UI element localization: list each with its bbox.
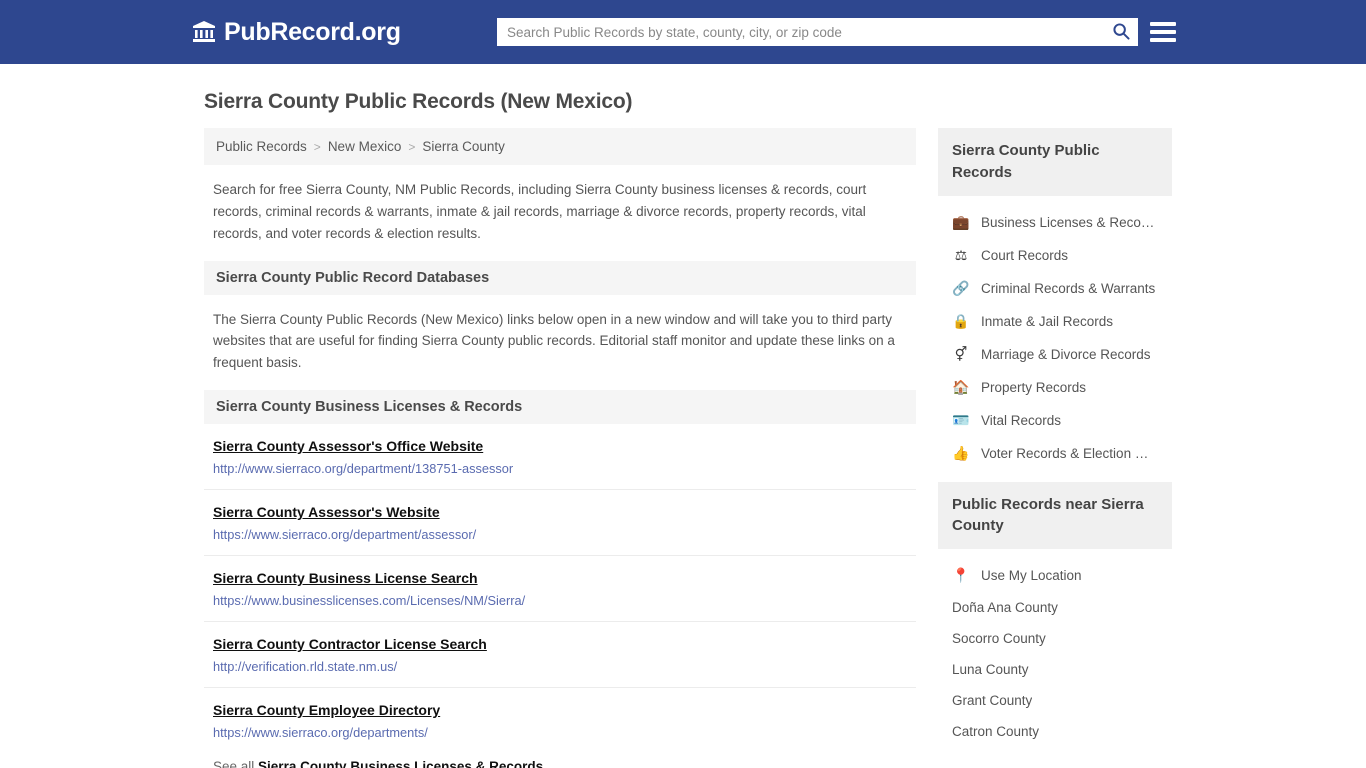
record-link-url[interactable]: http://www.sierraco.org/department/13875… bbox=[213, 461, 907, 476]
sidebar-item-label: Vital Records bbox=[981, 412, 1062, 428]
breadcrumb-separator: > bbox=[408, 139, 416, 154]
page-body: Sierra County Public Records (New Mexico… bbox=[0, 64, 1366, 768]
sidebar-item-label: Socorro County bbox=[952, 631, 1046, 646]
bank-columns-icon bbox=[192, 20, 216, 44]
business-links-list: Sierra County Assessor's Office Website … bbox=[204, 424, 916, 753]
see-all-prefix: See all bbox=[213, 759, 255, 768]
page-title: Sierra County Public Records (New Mexico… bbox=[204, 90, 633, 113]
breadcrumb-item-new-mexico[interactable]: New Mexico bbox=[328, 139, 402, 154]
venus-mars-icon: ⚥ bbox=[954, 345, 968, 362]
sidebar-item-business-licenses[interactable]: 💼 Business Licenses & Records bbox=[938, 206, 1172, 239]
section-heading-databases: Sierra County Public Record Databases bbox=[204, 260, 916, 295]
sidebar-item-property-records[interactable]: 🏠 Property Records bbox=[938, 371, 1172, 404]
record-link-url[interactable]: https://www.businesslicenses.com/License… bbox=[213, 593, 907, 608]
see-all-link[interactable]: Sierra County Business Licenses & Record… bbox=[258, 759, 543, 768]
sidebar-item-court-records[interactable]: ⚖ Court Records bbox=[938, 239, 1172, 272]
lock-icon: 🔒 bbox=[952, 312, 970, 329]
sidebar-item-inmate-jail-records[interactable]: 🔒 Inmate & Jail Records bbox=[938, 305, 1172, 338]
list-item: Sierra County Contractor License Search … bbox=[204, 622, 916, 689]
site-header: PubRecord.org bbox=[0, 0, 1366, 64]
breadcrumb-item-public-records[interactable]: Public Records bbox=[216, 139, 307, 154]
thumbs-up-icon: 👍 bbox=[952, 444, 970, 461]
search-icon bbox=[1112, 22, 1130, 43]
search-submit-button[interactable] bbox=[1104, 18, 1138, 46]
search-bar[interactable] bbox=[497, 18, 1138, 46]
sidebar-item-voter-records[interactable]: 👍 Voter Records & Election R… bbox=[938, 437, 1172, 470]
sidebar: Sierra County Public Records 💼 Business … bbox=[938, 128, 1172, 759]
sidebar-item-use-my-location[interactable]: 📍 Use My Location bbox=[938, 559, 1172, 592]
see-all-row: See all Sierra County Business Licenses … bbox=[204, 753, 916, 768]
record-link-title[interactable]: Sierra County Employee Directory bbox=[213, 702, 440, 718]
sidebar-heading-records: Sierra County Public Records bbox=[938, 128, 1172, 196]
sidebar-item-dona-ana-county[interactable]: Doña Ana County bbox=[938, 592, 1172, 623]
databases-paragraph: The Sierra County Public Records (New Me… bbox=[213, 311, 895, 371]
sidebar-item-socorro-county[interactable]: Socorro County bbox=[938, 623, 1172, 654]
sidebar-item-label: Inmate & Jail Records bbox=[981, 313, 1114, 329]
sidebar-item-label: Doña Ana County bbox=[952, 600, 1058, 615]
sidebar-item-label: Court Records bbox=[981, 247, 1069, 263]
sidebar-records-list: 💼 Business Licenses & Records ⚖ Court Re… bbox=[938, 196, 1172, 470]
sidebar-item-vital-records[interactable]: 🪪 Vital Records bbox=[938, 404, 1172, 437]
main-column: Public Records > New Mexico > Sierra Cou… bbox=[204, 128, 916, 768]
search-input[interactable] bbox=[497, 18, 1104, 46]
sidebar-item-grant-county[interactable]: Grant County bbox=[938, 685, 1172, 716]
sidebar-item-criminal-records[interactable]: 🔗 Criminal Records & Warrants bbox=[938, 272, 1172, 305]
id-card-icon: 🪪 bbox=[952, 411, 970, 428]
breadcrumb-separator: > bbox=[313, 139, 321, 154]
sidebar-card-records: Sierra County Public Records 💼 Business … bbox=[938, 128, 1172, 470]
record-link-url[interactable]: http://verification.rld.state.nm.us/ bbox=[213, 659, 907, 674]
record-link-url[interactable]: https://www.sierraco.org/department/asse… bbox=[213, 527, 907, 542]
section-heading-business-licenses: Sierra County Business Licenses & Record… bbox=[204, 390, 916, 425]
chain-link-icon: 🔗 bbox=[952, 279, 970, 296]
sidebar-item-label: Catron County bbox=[952, 724, 1040, 739]
list-item: Sierra County Assessor's Website https:/… bbox=[204, 490, 916, 557]
sidebar-nearby-list: 📍 Use My Location Doña Ana County Socorr… bbox=[938, 549, 1172, 747]
sidebar-item-catron-county[interactable]: Catron County bbox=[938, 716, 1172, 747]
sidebar-item-label: Property Records bbox=[981, 379, 1087, 395]
record-link-title[interactable]: Sierra County Business License Search bbox=[213, 570, 478, 586]
home-icon: 🏠 bbox=[952, 378, 970, 395]
map-pin-icon: 📍 bbox=[952, 567, 970, 583]
intro-paragraph: Search for free Sierra County, NM Public… bbox=[213, 182, 867, 241]
sidebar-item-label: Business Licenses & Records bbox=[981, 214, 1158, 230]
list-item: Sierra County Assessor's Office Website … bbox=[204, 424, 916, 491]
sidebar-item-label: Use My Location bbox=[981, 568, 1082, 583]
hamburger-menu-button[interactable] bbox=[1150, 18, 1178, 46]
sidebar-item-label: Voter Records & Election R… bbox=[981, 445, 1158, 461]
hamburger-menu-icon bbox=[1150, 38, 1176, 42]
sidebar-card-nearby: Public Records near Sierra County 📍 Use … bbox=[938, 481, 1172, 748]
list-item: Sierra County Employee Directory https:/… bbox=[204, 688, 916, 753]
sidebar-item-luna-county[interactable]: Luna County bbox=[938, 654, 1172, 685]
sidebar-heading-nearby: Public Records near Sierra County bbox=[938, 481, 1172, 549]
sidebar-item-label: Criminal Records & Warrants bbox=[981, 280, 1156, 296]
briefcase-icon: 💼 bbox=[952, 213, 970, 230]
sidebar-item-marriage-divorce-records[interactable]: ⚥ Marriage & Divorce Records bbox=[938, 338, 1172, 371]
record-link-title[interactable]: Sierra County Assessor's Office Website bbox=[213, 438, 483, 454]
sidebar-item-label: Grant County bbox=[952, 693, 1033, 708]
sidebar-item-label: Luna County bbox=[952, 662, 1029, 677]
list-item: Sierra County Business License Search ht… bbox=[204, 556, 916, 623]
hamburger-menu-icon bbox=[1150, 22, 1176, 26]
breadcrumb-item-sierra-county: Sierra County bbox=[422, 139, 505, 154]
record-link-title[interactable]: Sierra County Assessor's Website bbox=[213, 504, 440, 520]
sidebar-item-label: Marriage & Divorce Records bbox=[981, 346, 1151, 362]
site-logo[interactable]: PubRecord.org bbox=[192, 17, 401, 46]
hamburger-menu-icon bbox=[1150, 30, 1176, 34]
record-link-url[interactable]: https://www.sierraco.org/departments/ bbox=[213, 725, 907, 740]
content-area: Public Records > New Mexico > Sierra Cou… bbox=[0, 128, 1366, 768]
balance-scale-icon: ⚖ bbox=[954, 246, 968, 263]
breadcrumb: Public Records > New Mexico > Sierra Cou… bbox=[204, 128, 916, 165]
record-link-title[interactable]: Sierra County Contractor License Search bbox=[213, 636, 487, 652]
site-logo-text: PubRecord.org bbox=[224, 17, 401, 46]
